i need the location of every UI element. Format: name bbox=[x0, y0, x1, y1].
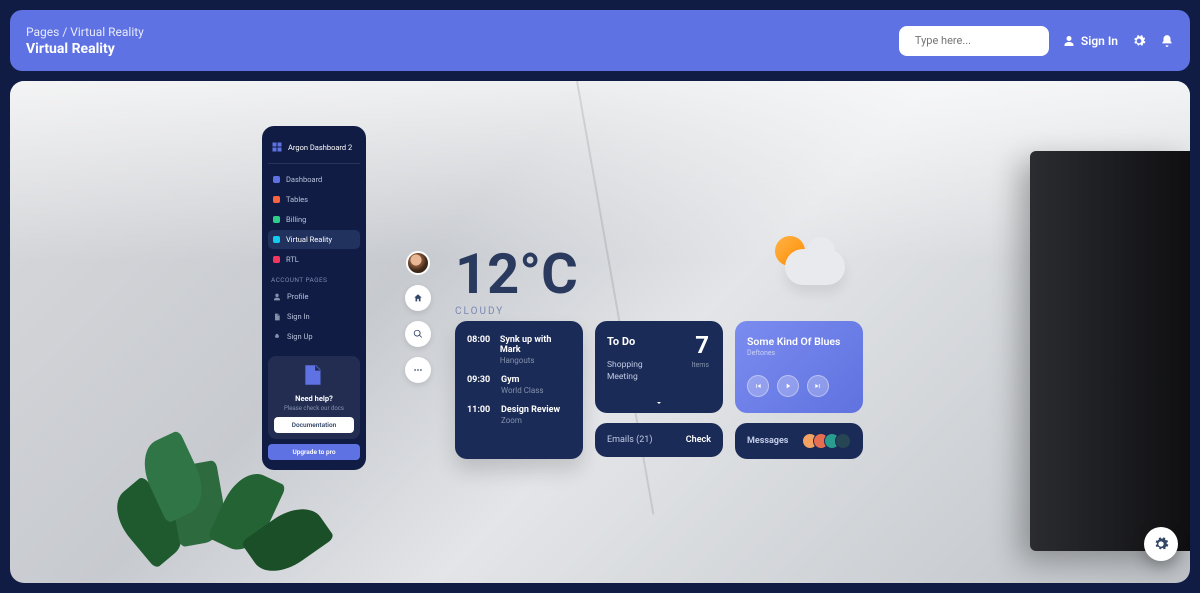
breadcrumb-current: Virtual Reality bbox=[70, 25, 144, 39]
nav-signin[interactable]: Sign In bbox=[268, 307, 360, 326]
brand-icon bbox=[271, 141, 283, 153]
topbar: Pages / Virtual Reality Virtual Reality … bbox=[10, 10, 1190, 71]
page-title: Virtual Reality bbox=[26, 41, 144, 57]
weather-icon bbox=[770, 231, 860, 301]
todo-card[interactable]: To Do 7 Items Shopping Meeting bbox=[595, 321, 723, 413]
nav-section-account: Account Pages bbox=[268, 270, 360, 287]
user-icon bbox=[1063, 35, 1075, 47]
settings-fab[interactable] bbox=[1144, 527, 1178, 561]
play-icon bbox=[784, 382, 792, 390]
avatar[interactable] bbox=[406, 251, 430, 275]
search-icon bbox=[413, 329, 423, 339]
nav-profile[interactable]: Profile bbox=[268, 287, 360, 306]
prev-button[interactable] bbox=[747, 375, 769, 397]
nav-dashboard[interactable]: Dashboard bbox=[268, 170, 360, 189]
next-icon bbox=[814, 382, 822, 390]
upgrade-button[interactable]: Upgrade to pro bbox=[268, 444, 360, 460]
search-button[interactable] bbox=[405, 321, 431, 347]
quick-actions bbox=[402, 251, 434, 383]
breadcrumb: Pages / Virtual Reality bbox=[26, 25, 144, 39]
settings-icon[interactable] bbox=[1132, 34, 1146, 48]
messages-card[interactable]: Messages bbox=[735, 423, 863, 459]
check-link[interactable]: Check bbox=[686, 435, 711, 445]
user-icon bbox=[273, 293, 281, 301]
play-button[interactable] bbox=[777, 375, 799, 397]
nav-signup[interactable]: Sign Up bbox=[268, 327, 360, 346]
more-button[interactable] bbox=[405, 357, 431, 383]
schedule-item[interactable]: 11:00Design ReviewZoom bbox=[467, 405, 571, 425]
search-box[interactable] bbox=[899, 26, 1049, 56]
vr-stage: Argon Dashboard 2 Dashboard Tables Billi… bbox=[10, 81, 1190, 583]
nav-tables[interactable]: Tables bbox=[268, 190, 360, 209]
ellipsis-icon bbox=[413, 365, 423, 375]
avatar-stack bbox=[807, 433, 851, 449]
weather-condition: Cloudy bbox=[455, 306, 578, 317]
nav-billing[interactable]: Billing bbox=[268, 210, 360, 229]
music-player-card: Some Kind Of Blues Deftones bbox=[735, 321, 863, 413]
help-card: Need help? Please check our docs Documen… bbox=[268, 356, 360, 439]
prev-icon bbox=[754, 382, 762, 390]
emails-card[interactable]: Emails (21) Check bbox=[595, 423, 723, 457]
next-button[interactable] bbox=[807, 375, 829, 397]
gear-icon bbox=[1153, 536, 1169, 552]
todo-item: Meeting bbox=[607, 372, 711, 384]
home-button[interactable] bbox=[405, 285, 431, 311]
signin-link[interactable]: Sign In bbox=[1063, 34, 1118, 48]
temperature: 12°C bbox=[455, 246, 578, 302]
nav-rtl[interactable]: RTL bbox=[268, 250, 360, 269]
brand[interactable]: Argon Dashboard 2 bbox=[268, 136, 360, 164]
docs-icon bbox=[274, 362, 354, 392]
document-icon bbox=[273, 313, 281, 321]
breadcrumb-root[interactable]: Pages bbox=[26, 25, 59, 39]
weather-widget: 12°C Cloudy bbox=[455, 246, 578, 317]
todo-count: 7 bbox=[695, 331, 709, 359]
bell-icon[interactable] bbox=[1160, 34, 1174, 48]
chevron-down-icon[interactable] bbox=[654, 399, 664, 407]
schedule-item[interactable]: 08:00Synk up with MarkHangouts bbox=[467, 335, 571, 365]
nav-virtual-reality[interactable]: Virtual Reality bbox=[268, 230, 360, 249]
schedule-item[interactable]: 09:30GymWorld Class bbox=[467, 375, 571, 395]
schedule-card[interactable]: 08:00Synk up with MarkHangouts 09:30GymW… bbox=[455, 321, 583, 459]
home-icon bbox=[413, 293, 423, 303]
documentation-button[interactable]: Documentation bbox=[274, 417, 354, 433]
avatar[interactable] bbox=[835, 433, 851, 449]
search-input[interactable] bbox=[915, 34, 1055, 47]
sidebar: Argon Dashboard 2 Dashboard Tables Billi… bbox=[262, 126, 366, 470]
rocket-icon bbox=[273, 333, 281, 341]
